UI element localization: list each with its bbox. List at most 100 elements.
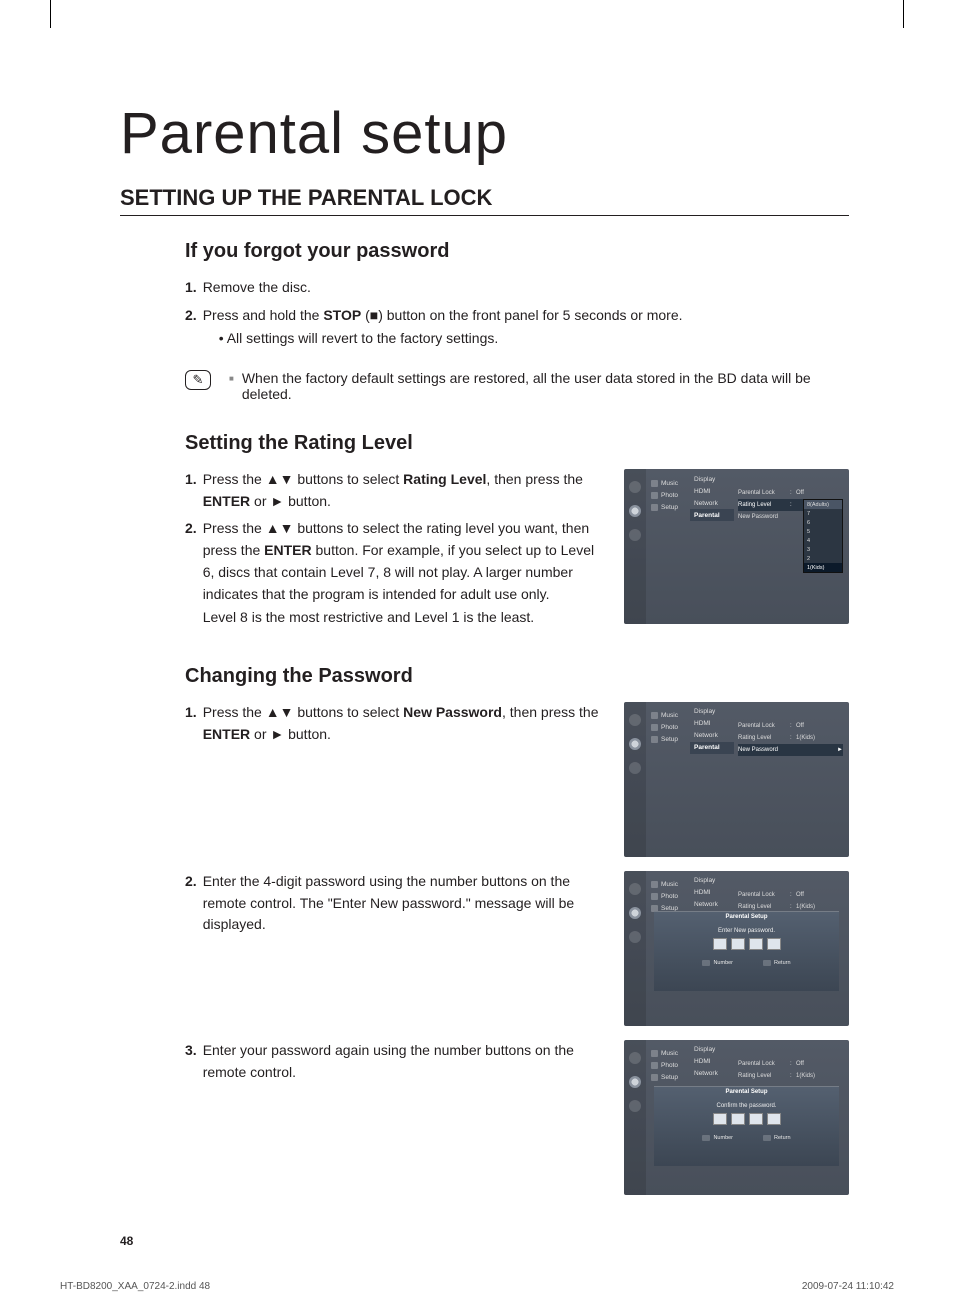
tab-label: Setup — [661, 736, 678, 743]
menu-item: HDMI — [690, 718, 734, 730]
step-text: Enter your password again using the numb… — [203, 1040, 604, 1083]
key-icon — [702, 960, 710, 966]
password-box — [713, 1113, 727, 1125]
menu-item: Display — [690, 706, 734, 718]
tab-label: Setup — [661, 504, 678, 511]
setting-label: Rating Level — [738, 904, 790, 910]
t: New Password — [403, 704, 502, 720]
t: Press the ▲▼ buttons to select — [203, 704, 403, 720]
home-icon — [629, 931, 641, 943]
gear-icon — [629, 1076, 641, 1088]
hint-label: Number — [713, 1135, 733, 1141]
t: ENTER — [203, 493, 250, 509]
section-title: SETTING UP THE PARENTAL LOCK — [120, 185, 849, 216]
menu-item: HDMI — [690, 485, 734, 497]
page-number: 48 — [120, 1234, 133, 1248]
t: ENTER — [264, 542, 311, 558]
menu-item: HDMI — [690, 887, 734, 899]
t: or ► button. — [250, 493, 331, 509]
step-text: Press the ▲▼ buttons to select New Passw… — [203, 702, 604, 745]
setting-label: New Password — [738, 514, 790, 520]
subsection-password: Changing the Password — [185, 665, 849, 688]
key-icon — [763, 1135, 771, 1141]
setting-value: 1(Kids) — [796, 904, 843, 910]
menu-item: Display — [690, 875, 734, 887]
dropdown-option: 6 — [804, 518, 842, 527]
dropdown-option: 3 — [804, 545, 842, 554]
music-icon — [651, 881, 658, 888]
osd-screenshot-rating: Music Photo Setup Display HDMI Network P… — [624, 469, 849, 624]
note-icon: ✎ — [185, 370, 211, 390]
t: , then press the — [502, 704, 599, 720]
t: Rating Level — [403, 471, 486, 487]
rating-dropdown: 8(Adults) 7 6 5 4 3 2 1(Kids) — [803, 499, 843, 573]
dropdown-option: 2 — [804, 554, 842, 563]
menu-item-selected: Parental — [690, 509, 734, 521]
password-step3: 3. Enter your password again using the n… — [185, 1040, 604, 1203]
password-box — [749, 938, 763, 950]
gear-icon — [629, 738, 641, 750]
menu-item: Network — [690, 1068, 734, 1080]
rating-steps: 1. Press the ▲▼ buttons to select Rating… — [185, 469, 604, 635]
setting-label: Rating Level — [738, 1073, 790, 1079]
disc-icon — [629, 883, 641, 895]
menu-item: Network — [690, 899, 734, 911]
subsection-rating: Setting the Rating Level — [185, 432, 849, 455]
t: Press and hold the — [203, 307, 324, 323]
setting-value: Off — [796, 1061, 843, 1067]
step-number: 1. — [185, 469, 197, 512]
menu-item-selected: Parental — [690, 742, 734, 754]
dropdown-option: 8(Adults) — [804, 500, 842, 509]
tab-label: Music — [661, 881, 678, 888]
page-title: Parental setup — [120, 100, 849, 167]
home-icon — [629, 1100, 641, 1112]
osd-screenshot-newpass: Music Photo Setup Display HDMI Network P… — [624, 702, 849, 857]
setting-label: Parental Lock — [738, 892, 790, 898]
password-box — [731, 1113, 745, 1125]
tab-label: Photo — [661, 724, 678, 731]
tab-label: Photo — [661, 893, 678, 900]
t: STOP — [323, 307, 361, 323]
setting-label: New Password — [738, 747, 790, 753]
modal-message: Enter New password. — [654, 928, 839, 934]
step-text: Enter the 4-digit password using the num… — [203, 871, 604, 936]
music-icon — [651, 1050, 658, 1057]
music-icon — [651, 480, 658, 487]
setting-value: Off — [796, 892, 843, 898]
gear-icon — [651, 1074, 658, 1081]
key-icon — [763, 960, 771, 966]
step-number: 1. — [185, 277, 197, 299]
osd-screenshot-confirm: Music Photo Setup Display HDMI Network P… — [624, 1040, 849, 1195]
gear-icon — [629, 505, 641, 517]
t: When the factory default settings are re… — [242, 370, 849, 402]
step-number: 1. — [185, 702, 197, 745]
menu-item: Display — [690, 1044, 734, 1056]
password-step1: 1. Press the ▲▼ buttons to select New Pa… — [185, 702, 604, 865]
tab-label: Music — [661, 480, 678, 487]
password-box — [767, 938, 781, 950]
step-text: Press the ▲▼ buttons to select Rating Le… — [203, 469, 604, 512]
password-step2: 2. Enter the 4-digit password using the … — [185, 871, 604, 1034]
photo-icon — [651, 492, 658, 499]
tab-label: Setup — [661, 1074, 678, 1081]
dropdown-option: 5 — [804, 527, 842, 536]
page: Parental setup SETTING UP THE PARENTAL L… — [0, 0, 954, 1312]
step-text: Press the ▲▼ buttons to select the ratin… — [203, 518, 604, 628]
key-icon — [702, 1135, 710, 1141]
step-number: 2. — [185, 871, 197, 936]
hint-label: Return — [774, 960, 791, 966]
modal-title: Parental Setup — [654, 912, 839, 920]
disc-icon — [629, 1052, 641, 1064]
hint-label: Number — [713, 960, 733, 966]
home-icon — [629, 529, 641, 541]
music-icon — [651, 712, 658, 719]
gear-icon — [651, 504, 658, 511]
t: Level 8 is the most restrictive and Leve… — [203, 607, 604, 629]
t: ENTER — [203, 726, 250, 742]
step-text: Press and hold the STOP (■) button on th… — [203, 305, 849, 350]
menu-item: HDMI — [690, 1056, 734, 1068]
t: (■) button on the front panel for 5 seco… — [361, 307, 682, 323]
modal-message: Confirm the password. — [654, 1103, 839, 1109]
modal-title: Parental Setup — [654, 1087, 839, 1095]
dropdown-option: 7 — [804, 509, 842, 518]
